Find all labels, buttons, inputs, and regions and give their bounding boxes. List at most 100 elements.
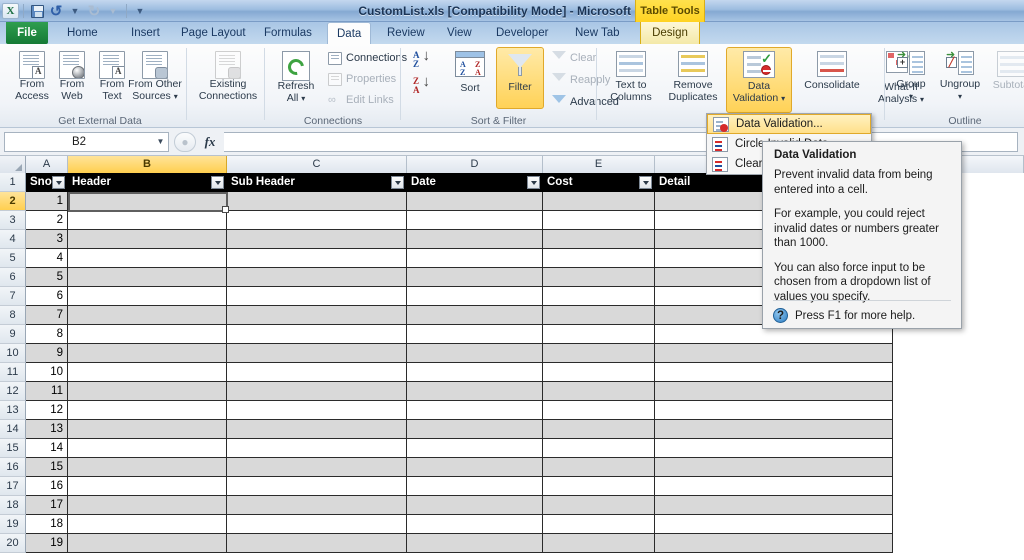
sort-button[interactable]: AZZA Sort <box>442 47 498 109</box>
cell-sno-13[interactable]: 12 <box>26 401 68 419</box>
cell-sub_header-11[interactable] <box>227 363 407 381</box>
cell-sno-8[interactable]: 7 <box>26 306 68 324</box>
cell-sub_header-12[interactable] <box>227 382 407 400</box>
cell-sub_header-5[interactable] <box>227 249 407 267</box>
table-row[interactable]: 19 <box>26 534 893 553</box>
cell-header-13[interactable] <box>68 401 227 419</box>
cell-sno-17[interactable]: 16 <box>26 477 68 495</box>
cell-sub_header-8[interactable] <box>227 306 407 324</box>
cell-detail-20[interactable] <box>655 534 893 552</box>
cell-cost-7[interactable] <box>543 287 655 305</box>
cell-sno-11[interactable]: 10 <box>26 363 68 381</box>
cell-cost-5[interactable] <box>543 249 655 267</box>
cell-header-20[interactable] <box>68 534 227 552</box>
cell-sub_header-16[interactable] <box>227 458 407 476</box>
table-row[interactable]: 14 <box>26 439 893 458</box>
cell-header-7[interactable] <box>68 287 227 305</box>
cell-sno-7[interactable]: 6 <box>26 287 68 305</box>
name-box[interactable]: B2 ▼ <box>4 131 169 152</box>
cell-date-16[interactable] <box>407 458 543 476</box>
cell-header-18[interactable] <box>68 496 227 514</box>
redo-button[interactable]: ↻ <box>85 2 103 20</box>
column-header-a[interactable]: A <box>26 156 68 173</box>
row-header-18[interactable]: 18 <box>0 496 26 515</box>
tab-home[interactable]: Home <box>58 22 107 44</box>
row-header-16[interactable]: 16 <box>0 458 26 477</box>
row-header-15[interactable]: 15 <box>0 439 26 458</box>
consolidate-button[interactable]: Consolidate <box>796 47 868 109</box>
cell-date-7[interactable] <box>407 287 543 305</box>
filter-button-date[interactable] <box>527 176 540 189</box>
cell-header-15[interactable] <box>68 439 227 457</box>
row-header-5[interactable]: 5 <box>0 249 26 268</box>
cell-sno-2[interactable]: 1 <box>26 192 68 210</box>
save-button[interactable] <box>28 2 46 20</box>
filter-button-header[interactable] <box>211 176 224 189</box>
cell-date-3[interactable] <box>407 211 543 229</box>
cell-date-18[interactable] <box>407 496 543 514</box>
row-header-11[interactable]: 11 <box>0 363 26 382</box>
cell-header-14[interactable] <box>68 420 227 438</box>
cell-sno-9[interactable]: 8 <box>26 325 68 343</box>
cell-sub_header-19[interactable] <box>227 515 407 533</box>
cell-date-10[interactable] <box>407 344 543 362</box>
cell-sub_header-6[interactable] <box>227 268 407 286</box>
remove-duplicates-button[interactable]: Remove Duplicates <box>662 47 724 109</box>
cell-date-9[interactable] <box>407 325 543 343</box>
row-header-7[interactable]: 7 <box>0 287 26 306</box>
cell-sno-16[interactable]: 15 <box>26 458 68 476</box>
cell-sub_header-7[interactable] <box>227 287 407 305</box>
cell-header-17[interactable] <box>68 477 227 495</box>
cell-sub_header-13[interactable] <box>227 401 407 419</box>
table-row[interactable]: 16 <box>26 477 893 496</box>
filter-button-sno[interactable] <box>52 176 65 189</box>
cell-detail-16[interactable] <box>655 458 893 476</box>
cell-detail-12[interactable] <box>655 382 893 400</box>
cell-header-8[interactable] <box>68 306 227 324</box>
cell-cost-9[interactable] <box>543 325 655 343</box>
cell-detail-17[interactable] <box>655 477 893 495</box>
insert-function-button[interactable]: fx <box>196 134 224 150</box>
cell-date-6[interactable] <box>407 268 543 286</box>
cell-cost-17[interactable] <box>543 477 655 495</box>
undo-button[interactable]: ↺ <box>47 2 65 20</box>
cell-date-12[interactable] <box>407 382 543 400</box>
cell-sub_header-20[interactable] <box>227 534 407 552</box>
cell-cost-13[interactable] <box>543 401 655 419</box>
cell-cost-20[interactable] <box>543 534 655 552</box>
tab-design[interactable]: Design <box>640 22 700 44</box>
select-all-button[interactable] <box>0 156 26 173</box>
cell-sno-4[interactable]: 3 <box>26 230 68 248</box>
refresh-all-button[interactable]: Refresh All ▾ <box>268 47 324 109</box>
cell-date-4[interactable] <box>407 230 543 248</box>
cell-sub_header-14[interactable] <box>227 420 407 438</box>
cell-sno-19[interactable]: 18 <box>26 515 68 533</box>
row-header-1[interactable]: 1 <box>0 173 26 192</box>
cell-date-8[interactable] <box>407 306 543 324</box>
cell-detail-14[interactable] <box>655 420 893 438</box>
cell-sno-3[interactable]: 2 <box>26 211 68 229</box>
table-row[interactable]: 11 <box>26 382 893 401</box>
column-header-e[interactable]: E <box>543 156 655 173</box>
table-row[interactable]: 9 <box>26 344 893 363</box>
row-header-6[interactable]: 6 <box>0 268 26 287</box>
cell-date-5[interactable] <box>407 249 543 267</box>
menu-item-data-validation[interactable]: Data Validation... <box>707 114 871 134</box>
tab-view[interactable]: View <box>438 22 481 44</box>
column-header-c[interactable]: C <box>227 156 407 173</box>
row-header-19[interactable]: 19 <box>0 515 26 534</box>
group-button[interactable]: ➜ + Group ▾ <box>888 47 934 109</box>
tab-file[interactable]: File <box>6 22 48 44</box>
cell-detail-13[interactable] <box>655 401 893 419</box>
existing-connections-button[interactable]: Connections Existing Connections <box>197 47 259 109</box>
cell-sub_header-2[interactable] <box>227 192 407 210</box>
row-header-4[interactable]: 4 <box>0 230 26 249</box>
cell-sub_header-9[interactable] <box>227 325 407 343</box>
row-header-14[interactable]: 14 <box>0 420 26 439</box>
cell-date-14[interactable] <box>407 420 543 438</box>
cell-sno-15[interactable]: 14 <box>26 439 68 457</box>
cell-header-11[interactable] <box>68 363 227 381</box>
cell-date-20[interactable] <box>407 534 543 552</box>
chevron-down-icon[interactable]: ▼ <box>153 137 168 146</box>
tab-page-layout[interactable]: Page Layout <box>172 22 255 44</box>
